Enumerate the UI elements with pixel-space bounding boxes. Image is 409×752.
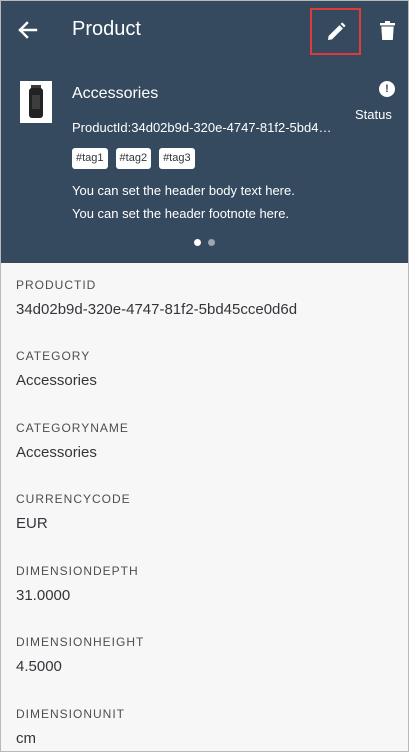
field-label: DIMENSIONHEIGHT [16, 635, 145, 649]
page-indicator-dot[interactable] [194, 239, 201, 246]
field-label: CATEGORY [16, 349, 91, 363]
header-body-text: You can set the header body text here. [72, 183, 295, 198]
field-label: CATEGORYNAME [16, 421, 129, 435]
field-categoryname: CATEGORYNAME Accessories [16, 421, 396, 461]
arrow-left-icon [18, 21, 38, 39]
tag: #tag2 [115, 148, 152, 169]
header-footnote: You can set the header footnote here. [72, 206, 290, 221]
field-value: Accessories [16, 372, 97, 389]
tag: #tag1 [72, 148, 108, 169]
tag: #tag3 [159, 148, 195, 169]
page-indicator-dot[interactable] [208, 239, 215, 246]
field-value: 34d02b9d-320e-4747-81f2-5bd45cce0d6d [16, 301, 298, 318]
page-indicator[interactable] [194, 239, 215, 246]
field-label: DIMENSIONUNIT [16, 707, 125, 721]
field-value: Accessories [16, 444, 97, 461]
field-productid: PRODUCTID 34d02b9d-320e-4747-81f2-5bd45c… [16, 278, 396, 318]
product-title: Accessories [72, 85, 159, 102]
field-value: 31.0000 [16, 587, 71, 604]
bag-image [29, 85, 43, 118]
edit-button[interactable] [310, 8, 361, 55]
exclamation-circle-icon: ! [379, 81, 395, 97]
status-label: Status [355, 107, 392, 122]
screen: Product Accessories ProductId:34d02b9d-3… [0, 0, 409, 752]
field-dimensionunit: DIMENSIONUNIT cm [16, 707, 396, 747]
field-value: cm [16, 730, 36, 747]
pencil-icon [327, 21, 346, 40]
field-dimensionheight: DIMENSIONHEIGHT 4.5000 [16, 635, 396, 675]
product-subtitle: ProductId:34d02b9d-320e-4747-81f2-5bd45c… [72, 120, 334, 135]
field-value: EUR [16, 515, 48, 532]
field-label: CURRENCYCODE [16, 492, 131, 506]
page-title: Product [72, 18, 141, 40]
field-currencycode: CURRENCYCODE EUR [16, 492, 396, 532]
trash-icon [379, 20, 395, 40]
object-header: Product Accessories ProductId:34d02b9d-3… [1, 1, 408, 263]
back-button[interactable] [13, 15, 43, 45]
field-label: DIMENSIONDEPTH [16, 564, 139, 578]
app-bar: Product [1, 1, 408, 61]
product-thumbnail [20, 81, 52, 123]
tag-list: #tag1 #tag2 #tag3 [72, 148, 195, 169]
field-label: PRODUCTID [16, 278, 97, 292]
field-category: CATEGORY Accessories [16, 349, 396, 389]
detail-content[interactable]: PRODUCTID 34d02b9d-320e-4747-81f2-5bd45c… [1, 263, 408, 751]
delete-button[interactable] [373, 15, 401, 45]
field-dimensiondepth: DIMENSIONDEPTH 31.0000 [16, 564, 396, 604]
field-value: 4.5000 [16, 658, 62, 675]
